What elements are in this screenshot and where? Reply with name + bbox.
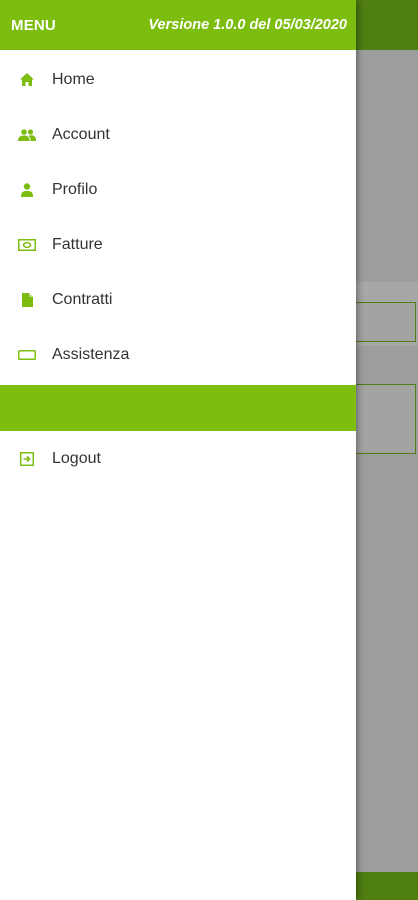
menu-item-fatture[interactable]: Fatture [0, 217, 356, 272]
menu-item-profilo[interactable]: Profilo [0, 162, 356, 217]
menu-item-assistenza[interactable]: Assistenza [0, 327, 356, 382]
person-icon [18, 181, 36, 199]
support-icon [18, 346, 36, 364]
people-icon [18, 126, 36, 144]
menu-item-label: Home [52, 70, 95, 88]
navigation-drawer: MENU Versione 1.0.0 del 05/03/2020 Home … [0, 0, 356, 900]
invoice-icon [18, 236, 36, 254]
menu-list: Home Account Profilo Fatture Contratti A… [0, 52, 356, 382]
menu-item-label: Account [52, 125, 110, 143]
menu-item-label: Profilo [52, 180, 98, 198]
version-label: Versione 1.0.0 del 05/03/2020 [148, 17, 347, 33]
selected-row-highlight[interactable] [0, 385, 356, 431]
menu-item-contratti[interactable]: Contratti [0, 272, 356, 327]
document-icon [18, 291, 36, 309]
menu-item-label: Contratti [52, 290, 113, 308]
logout-label: Logout [52, 450, 101, 467]
menu-item-logout[interactable]: Logout [0, 431, 356, 487]
home-icon [18, 71, 36, 89]
menu-item-home[interactable]: Home [0, 52, 356, 107]
menu-item-label: Assistenza [52, 345, 130, 363]
drawer-header: MENU Versione 1.0.0 del 05/03/2020 [0, 0, 356, 50]
logout-icon [18, 450, 36, 468]
menu-item-account[interactable]: Account [0, 107, 356, 162]
menu-title: MENU [11, 16, 56, 34]
menu-item-label: Fatture [52, 235, 103, 253]
